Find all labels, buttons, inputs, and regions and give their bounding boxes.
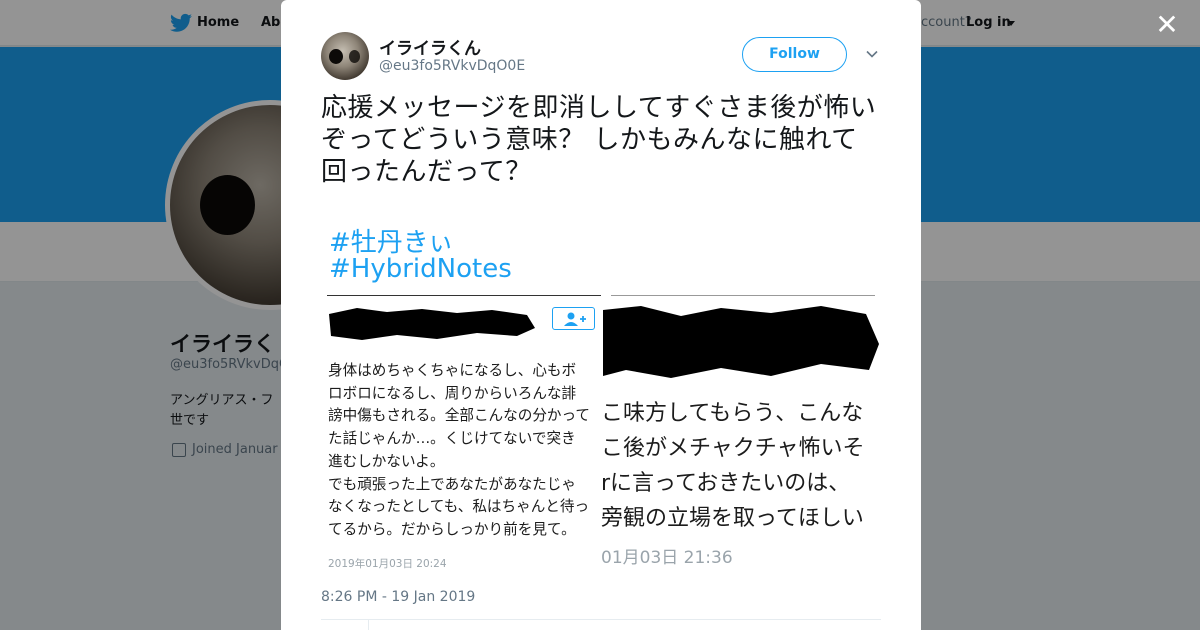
add-user-icon xyxy=(564,312,586,326)
divider xyxy=(327,295,601,296)
chevron-down-icon[interactable] xyxy=(865,47,879,61)
tweet-modal: イライラくん @eu3fo5RVkvDqO0E Follow 応援メッセージを即… xyxy=(281,0,921,630)
screenshot-right-line: rに言っておきたいのは、 xyxy=(601,471,851,496)
screenshot-right-line: 旁観の立場を取ってほしい xyxy=(601,506,864,531)
tweet-timestamp[interactable]: 8:26 PM - 19 Jan 2019 xyxy=(321,589,475,605)
tweet-media-image[interactable]: #牡丹きぃ #HybridNotes 身体はめちゃくちゃになるし、心もボロボロに… xyxy=(321,206,881,576)
redaction-scribble xyxy=(329,308,535,340)
add-user-button[interactable] xyxy=(552,307,595,330)
follow-button[interactable]: Follow xyxy=(742,37,847,72)
close-icon[interactable]: ✕ xyxy=(1152,10,1182,40)
tweet-text: 応援メッセージを即消ししてすぐさま後が怖いぞってどういう意味？ しかもみんなに触… xyxy=(321,93,877,187)
screenshot-right-line: こ後がメチャクチャ怖いそ xyxy=(601,436,865,461)
tweet-author-handle[interactable]: @eu3fo5RVkvDqO0E xyxy=(379,58,525,74)
redaction-scribble xyxy=(603,306,879,378)
tweet-author-name[interactable]: イライラくん xyxy=(379,34,481,59)
image-hashtag: #HybridNotes xyxy=(329,254,512,284)
screenshot-right-text: こ味方してもらう、こんな こ後がメチャクチャ怖いそ rに言っておきたいのは、 旁… xyxy=(601,396,881,536)
screenshot-message-date: 2019年01月03日 20:24 xyxy=(328,558,447,570)
divider xyxy=(611,295,875,296)
divider xyxy=(368,620,369,630)
screenshot-message-text: 身体はめちゃくちゃになるし、心もボロボロになるし、周りからいろんな誹謗中傷もされ… xyxy=(328,362,590,538)
screenshot-right-date: 01月03日 21:36 xyxy=(601,548,733,568)
tweet-author-avatar[interactable] xyxy=(321,32,369,80)
screenshot-right-line: こ味方してもらう、こんな xyxy=(601,401,864,426)
divider xyxy=(321,619,881,620)
